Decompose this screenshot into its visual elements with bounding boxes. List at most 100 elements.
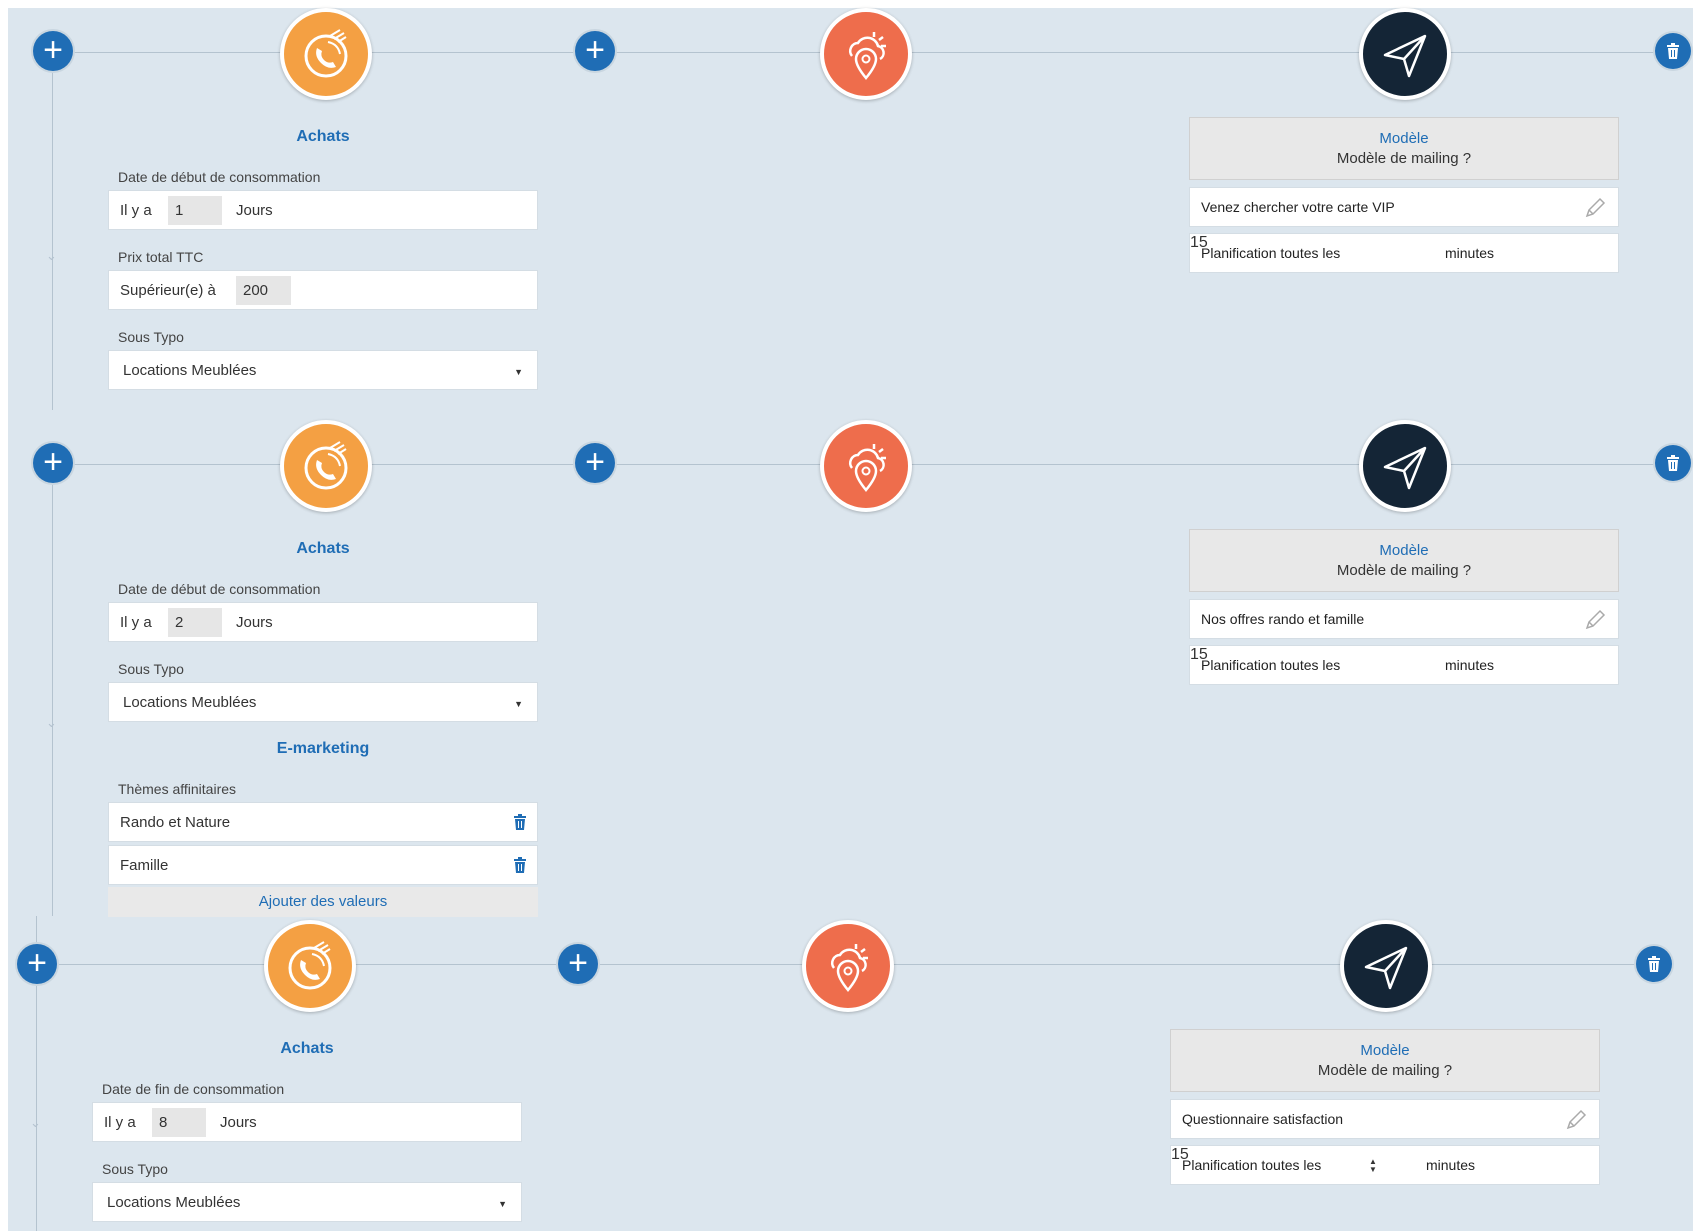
sous-type-select[interactable]: Locations Meublées ▼: [92, 1182, 522, 1222]
chevron-down-icon: ⌄: [46, 715, 57, 730]
send-mail-node[interactable]: [1359, 8, 1451, 100]
caret-down-icon: ▼: [514, 367, 523, 377]
section-title-emarketing: E-marketing: [276, 740, 370, 757]
field-label: Date de début de consommation: [118, 581, 321, 597]
weather-location-icon: [849, 32, 886, 80]
schedule-unit: minutes: [1426, 1157, 1476, 1173]
add-values-button[interactable]: Ajouter des valeurs: [108, 887, 538, 917]
days-unit: Jours: [236, 614, 273, 631]
trash-icon: [1667, 43, 1679, 59]
paper-plane-icon: [1383, 446, 1427, 490]
schedule-label: Planification toutes les: [1201, 657, 1341, 673]
schedule-label: Planification toutes les: [1201, 245, 1341, 261]
purchases-node[interactable]: [280, 420, 372, 512]
select-value: Locations Meublées: [123, 694, 257, 711]
section-title-achats: Achats: [280, 1040, 334, 1057]
add-step-button[interactable]: +: [17, 944, 57, 984]
field-label: Sous Typo: [118, 661, 184, 677]
flow-line-vertical: [52, 464, 53, 916]
template-value: Questionnaire satisfaction: [1182, 1111, 1344, 1127]
phone-purchase-icon: [304, 441, 348, 490]
send-mail-node[interactable]: [1340, 920, 1432, 1012]
schedule-field: Planification toutes les 15 ▲ ▼ minutes: [1170, 1145, 1600, 1185]
template-value: Venez chercher votre carte VIP: [1201, 199, 1395, 215]
add-step-button[interactable]: +: [575, 443, 615, 483]
schedule-field: Planification toutes les 15 minutes: [1189, 233, 1619, 273]
chevron-down-icon: ⌄: [30, 1115, 41, 1130]
mailing-template-field[interactable]: Venez chercher votre carte VIP: [1189, 187, 1619, 227]
workflow-canvas: { "colors": { "panel_bg": "#dce6ee", "ac…: [0, 0, 1693, 1231]
mailing-template-header: Modèle Modèle de mailing ?: [1170, 1029, 1600, 1092]
paper-plane-icon: [1383, 34, 1427, 78]
add-step-button[interactable]: +: [33, 443, 73, 483]
add-step-button[interactable]: +: [575, 31, 615, 71]
trash-icon: [1667, 455, 1679, 471]
field-label: Date de fin de consommation: [102, 1081, 285, 1097]
days-unit: Jours: [220, 1114, 257, 1131]
section-title-achats: Achats: [296, 128, 350, 145]
trash-icon: [1648, 956, 1660, 972]
template-title: Modèle: [1379, 130, 1429, 147]
mailing-template-header: Modèle Modèle de mailing ?: [1189, 117, 1619, 180]
template-value: Nos offres rando et famille: [1201, 611, 1365, 627]
flow-line-vertical: [52, 52, 53, 410]
trash-icon[interactable]: [513, 857, 527, 873]
delete-row-button[interactable]: [1655, 33, 1691, 69]
il-y-a-label: Il y a: [120, 614, 152, 631]
field-label: Prix total TTC: [118, 249, 204, 265]
trash-icon[interactable]: [513, 814, 527, 830]
chevron-down-icon: ⌄: [46, 248, 57, 263]
section-title-achats: Achats: [296, 540, 350, 557]
template-title: Modèle: [1379, 542, 1429, 559]
add-step-button[interactable]: +: [558, 944, 598, 984]
sous-type-select[interactable]: Locations Meublées ▼: [108, 350, 538, 390]
field-label: Thèmes affinitaires: [118, 781, 237, 797]
start-date-field: Il y a 1 Jours: [108, 190, 538, 230]
pencil-icon[interactable]: [1584, 197, 1606, 219]
mailing-template-header: Modèle Modèle de mailing ?: [1189, 529, 1619, 592]
days-input[interactable]: 1: [168, 196, 222, 225]
price-input[interactable]: 200: [236, 276, 291, 305]
sous-type-select[interactable]: Locations Meublées ▼: [108, 682, 538, 722]
schedule-field: Planification toutes les 15 minutes: [1189, 645, 1619, 685]
pencil-icon[interactable]: [1584, 609, 1606, 631]
mailing-template-field[interactable]: Questionnaire satisfaction: [1170, 1099, 1600, 1139]
up-down-icon[interactable]: ▲ ▼: [1369, 1158, 1377, 1174]
schedule-label: Planification toutes les: [1182, 1157, 1322, 1173]
days-unit: Jours: [236, 202, 273, 219]
mailing-template-field[interactable]: Nos offres rando et famille: [1189, 599, 1619, 639]
theme-item-label: Famille: [120, 857, 169, 874]
schedule-unit: minutes: [1445, 245, 1495, 261]
template-title: Modèle: [1360, 1042, 1410, 1059]
location-weather-node[interactable]: [820, 8, 912, 100]
phone-purchase-icon: [288, 941, 332, 990]
il-y-a-label: Il y a: [104, 1114, 136, 1131]
delete-row-button[interactable]: [1636, 946, 1672, 982]
select-value: Locations Meublées: [107, 1194, 241, 1211]
days-input[interactable]: 8: [152, 1108, 206, 1137]
field-label: Sous Typo: [102, 1161, 168, 1177]
delete-row-button[interactable]: [1655, 445, 1691, 481]
end-date-field: Il y a 8 Jours: [92, 1102, 522, 1142]
paper-plane-icon: [1364, 946, 1408, 990]
pencil-icon[interactable]: [1565, 1109, 1587, 1131]
location-weather-node[interactable]: [820, 420, 912, 512]
caret-down-icon: ▼: [514, 699, 523, 709]
send-mail-node[interactable]: [1359, 420, 1451, 512]
field-label: Date de début de consommation: [118, 169, 321, 185]
location-weather-node[interactable]: [802, 920, 894, 1012]
phone-purchase-icon: [304, 29, 348, 78]
days-input[interactable]: 2: [168, 608, 222, 637]
il-y-a-label: Il y a: [120, 202, 152, 219]
theme-item-label: Rando et Nature: [120, 814, 231, 831]
theme-item: Famille: [108, 845, 538, 885]
schedule-unit: minutes: [1445, 657, 1495, 673]
add-step-button[interactable]: +: [33, 31, 73, 71]
price-operator: Supérieur(e) à: [120, 282, 216, 299]
select-value: Locations Meublées: [123, 362, 257, 379]
purchases-node[interactable]: [264, 920, 356, 1012]
weather-location-icon: [849, 444, 886, 492]
template-subtitle: Modèle de mailing ?: [1336, 562, 1472, 579]
template-subtitle: Modèle de mailing ?: [1317, 1062, 1453, 1079]
purchases-node[interactable]: [280, 8, 372, 100]
